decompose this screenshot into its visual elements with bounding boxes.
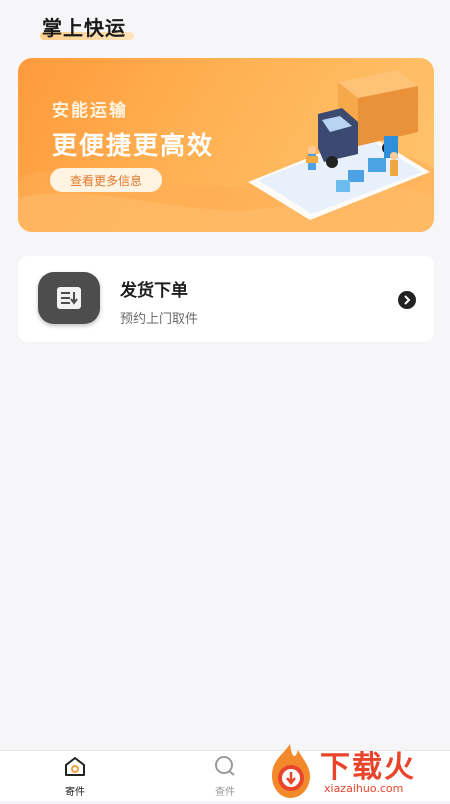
order-form-icon bbox=[57, 287, 81, 309]
card-subtitle: 预约上门取件 bbox=[120, 312, 199, 327]
more-info-button[interactable]: 查看更多信息 bbox=[50, 168, 162, 192]
tab-track-label: 查件 bbox=[215, 787, 235, 798]
watermark-text: 下载火 bbox=[320, 750, 416, 785]
chevron-right-icon[interactable] bbox=[398, 291, 416, 309]
page-title: 掌上快运 bbox=[42, 16, 126, 40]
banner-kicker: 安能运输 bbox=[52, 101, 128, 121]
watermark-url: xiazaihuo.com bbox=[324, 782, 404, 795]
tab-send-label: 寄件 bbox=[65, 787, 85, 798]
search-icon bbox=[215, 756, 235, 776]
banner-headline: 更便捷更高效 bbox=[52, 131, 215, 160]
ship-order-card[interactable]: 发货下单 预约上门取件 bbox=[18, 256, 434, 342]
tab-track[interactable]: 查件 bbox=[190, 755, 260, 799]
tab-send[interactable]: 寄件 bbox=[40, 755, 110, 799]
flame-logo-icon bbox=[272, 744, 310, 798]
promo-banner[interactable]: 安能运输 更便捷更高效 查看更多信息 bbox=[18, 58, 434, 232]
order-icon-wrap bbox=[38, 272, 100, 324]
card-title: 发货下单 bbox=[120, 281, 188, 301]
truck-illustration bbox=[248, 70, 430, 220]
watermark: 下载火 xiazaihuo.com bbox=[262, 740, 450, 800]
home-icon bbox=[65, 757, 85, 776]
